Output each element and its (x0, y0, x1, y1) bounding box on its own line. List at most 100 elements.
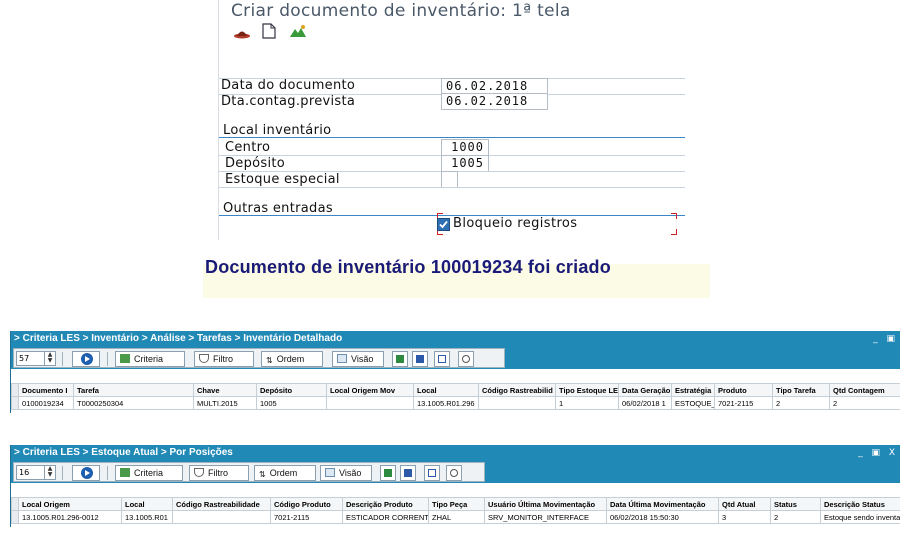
toolbar-panel: 57 ▲ ▼ Criteria Filtro ⇅ Ordem Visão (13, 348, 505, 368)
table-cell[interactable]: 3 (718, 510, 771, 524)
column-header[interactable]: Depósito (256, 383, 327, 397)
ordem-button[interactable]: ⇅ Ordem (254, 465, 316, 481)
centro-field[interactable]: 1000 (441, 139, 489, 156)
spinner-arrows-icon[interactable]: ▲ ▼ (44, 466, 55, 479)
column-header[interactable]: Tarefa (73, 383, 194, 397)
column-header[interactable]: Qtd Contagem (829, 383, 900, 397)
column-header[interactable]: Data Geração (618, 383, 672, 397)
ordem-button[interactable]: ⇅ Ordem (261, 351, 323, 367)
excel-button[interactable] (380, 465, 396, 481)
mountain-icon[interactable] (289, 23, 307, 42)
column-header[interactable]: Chave (193, 383, 257, 397)
filtro-button[interactable]: Filtro (194, 351, 254, 367)
column-header[interactable]: Produto (714, 383, 773, 397)
table-cell[interactable]: 06/02/2018 1 (618, 396, 672, 410)
table-cell[interactable]: 7021-2115 (714, 396, 773, 410)
column-header[interactable]: Tipo Estoque LE (555, 383, 619, 397)
table-cell[interactable]: ESTOQUE_A (671, 396, 715, 410)
row-selector[interactable] (11, 396, 19, 410)
column-header[interactable]: Código Rastreabilid (478, 383, 556, 397)
column-header[interactable]: Local (413, 383, 479, 397)
checkbox-checked-icon[interactable] (437, 218, 450, 231)
window-controls[interactable]: _ ▣ X (858, 445, 898, 461)
ordem-button-label: Ordem (269, 468, 298, 478)
table-cell[interactable]: 2 (829, 396, 900, 410)
table-cell[interactable]: 13.1005.R01 (121, 510, 173, 524)
table-cell[interactable]: 13.1005.R01.296-0012 (18, 510, 122, 524)
column-header[interactable]: Status (770, 497, 821, 511)
columns-button[interactable] (424, 465, 440, 481)
filter-icon (199, 354, 209, 363)
rows-spinner[interactable]: 57 ▲ ▼ (16, 351, 56, 366)
column-header[interactable]: Descrição Produto (342, 497, 429, 511)
save-button[interactable] (412, 351, 428, 367)
column-header[interactable]: Tipo Peça (428, 497, 485, 511)
table-cell[interactable]: Estoque sendo inventa (820, 510, 900, 524)
table-cell[interactable]: 1005 (256, 396, 327, 410)
filtro-button[interactable]: Filtro (189, 465, 249, 481)
table-cell[interactable]: 13.1005.R01.296 (413, 396, 479, 410)
table-cell[interactable]: 7021-2115 (270, 510, 343, 524)
visao-button[interactable]: Visão (320, 465, 372, 481)
column-header[interactable]: Local Origem (18, 497, 122, 511)
run-button[interactable] (72, 465, 100, 481)
table-cell[interactable]: SRV_MONITOR_INTERFACE (484, 510, 607, 524)
column-header[interactable]: Local Origem Mov (326, 383, 414, 397)
table-cell[interactable] (172, 510, 271, 524)
new-document-icon[interactable] (262, 23, 276, 43)
sort-az-icon: ⇅ (259, 470, 266, 479)
deposito-field[interactable]: 1005 (441, 155, 489, 172)
rows-spinner-value: 57 (19, 354, 30, 363)
table-cell[interactable]: T0000250304 (73, 396, 194, 410)
column-header[interactable]: Descrição Status (820, 497, 900, 511)
estoque-especial-label: Estoque especial (225, 172, 340, 187)
deposito-label: Depósito (225, 156, 286, 171)
column-header[interactable]: Data Última Movimentação (606, 497, 719, 511)
criteria-button-label: Criteria (134, 354, 164, 364)
export-button[interactable] (458, 351, 474, 367)
column-header[interactable]: Usuário Última Movimentação (484, 497, 607, 511)
table-cell[interactable]: 1 (555, 396, 619, 410)
table-cell[interactable] (478, 396, 556, 410)
table-cell[interactable]: ESTICADOR CORRENT (342, 510, 429, 524)
save-icon (416, 355, 424, 363)
rows-spinner[interactable]: 16 ▲ ▼ (16, 465, 56, 480)
estoque-especial-field[interactable] (441, 171, 458, 188)
columns-button[interactable] (434, 351, 450, 367)
table-cell[interactable]: 2 (770, 510, 821, 524)
table-cell[interactable]: ZHAL (428, 510, 485, 524)
grid-view-icon (325, 468, 335, 477)
row-selector[interactable] (11, 510, 19, 524)
criteria-button[interactable]: Criteria (115, 351, 185, 367)
column-header[interactable]: Estratégia (671, 383, 715, 397)
column-header[interactable]: Documento I (18, 383, 74, 397)
criteria-button[interactable]: Criteria (115, 465, 183, 481)
spinner-arrows-icon[interactable]: ▲ ▼ (44, 352, 55, 365)
table-cell[interactable]: 2 (772, 396, 830, 410)
visao-button-label: Visão (351, 354, 374, 364)
table-row[interactable]: 13.1005.R01.296-0012 13.1005.R01 7021-2115… (11, 510, 900, 524)
dta-contag-label: Dta.contag.prevista (221, 94, 356, 109)
column-header[interactable]: Código Produto (270, 497, 343, 511)
run-button[interactable] (72, 351, 100, 367)
hat-icon[interactable] (233, 24, 251, 43)
table-cell[interactable]: MULTI.2015 (193, 396, 257, 410)
data-documento-label: Data do documento (221, 78, 356, 93)
column-header[interactable]: Código Rastreabilidade (172, 497, 271, 511)
table-cell[interactable] (326, 396, 414, 410)
table-row[interactable]: 0100019234 T0000250304 MULTI.2015 1005 13.10… (11, 396, 900, 410)
column-header[interactable]: Qtd Atual (718, 497, 771, 511)
separator (107, 466, 108, 480)
grid-view-icon (337, 354, 347, 363)
table-cell[interactable]: 06/02/2018 15:50:30 (606, 510, 719, 524)
export-button[interactable] (446, 465, 462, 481)
excel-button[interactable] (392, 351, 408, 367)
save-button[interactable] (400, 465, 416, 481)
window-controls[interactable]: _ ▣ (873, 331, 898, 347)
visao-button[interactable]: Visão (332, 351, 384, 367)
column-header[interactable]: Tipo Tarefa (772, 383, 830, 397)
bloqueio-checkbox-row[interactable]: Bloqueio registros (437, 215, 677, 235)
column-header[interactable]: Local (121, 497, 173, 511)
dta-contag-field[interactable]: 06.02.2018 (441, 93, 548, 110)
table-cell[interactable]: 0100019234 (18, 396, 74, 410)
